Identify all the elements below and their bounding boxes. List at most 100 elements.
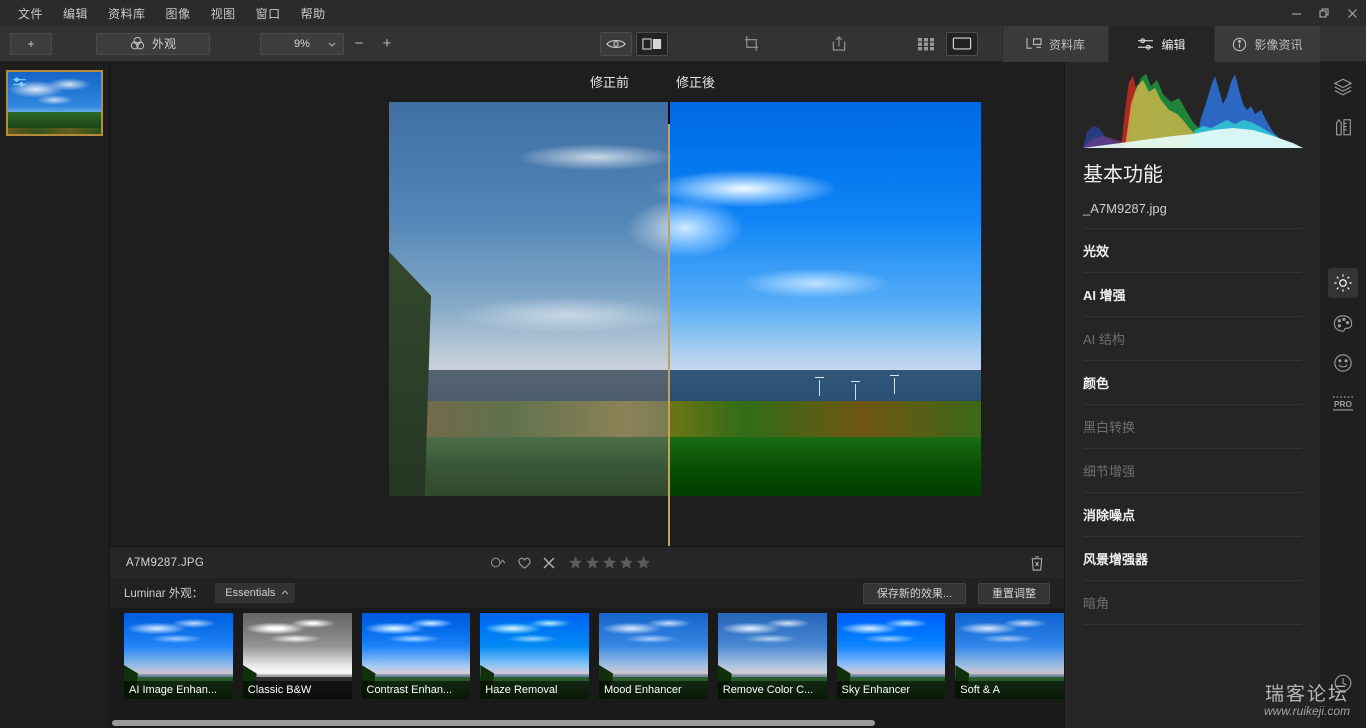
rail-portrait-button[interactable] <box>1328 348 1358 378</box>
preset-item[interactable]: Sky Enhancer <box>836 613 946 699</box>
menu-item-edit[interactable]: 编辑 <box>53 1 98 26</box>
panel-item-vignette[interactable]: 暗角 <box>1083 581 1302 625</box>
menu-bar: 文件 编辑 资料库 图像 视图 窗口 帮助 <box>0 0 1366 26</box>
rail-layers-button[interactable] <box>1328 72 1358 102</box>
rail-tools-button[interactable] <box>1328 112 1358 142</box>
view-mode-buttons <box>600 31 668 56</box>
tab-image-info[interactable]: 影像资讯 <box>1214 26 1320 62</box>
menu-item-window[interactable]: 窗口 <box>246 1 291 26</box>
preview-toggle-button[interactable] <box>600 31 632 56</box>
compare-divider-handle[interactable] <box>668 124 670 600</box>
zoom-out-button[interactable]: − <box>346 33 372 55</box>
single-view-button[interactable] <box>946 31 978 56</box>
creative-palette-icon <box>1333 314 1353 332</box>
sliders-icon <box>1138 38 1154 50</box>
panel-item-ai-structure[interactable]: AI 结构 <box>1083 317 1302 361</box>
delete-photo-button[interactable] <box>1030 555 1044 571</box>
panel-title: 基本功能 <box>1083 164 1163 186</box>
zoom-controls: 9% − + <box>260 32 400 55</box>
reset-adjustments-button[interactable]: 重置调整 <box>978 582 1050 604</box>
after-label: 修正後 <box>676 74 716 90</box>
panel-item-denoise[interactable]: 消除噪点 <box>1083 493 1302 537</box>
chevron-up-icon <box>282 590 289 595</box>
menu-item-image[interactable]: 图像 <box>156 1 201 26</box>
menu-item-help[interactable]: 帮助 <box>291 1 336 26</box>
heart-icon[interactable] <box>517 556 532 570</box>
filmstrip-thumbnail[interactable] <box>6 70 103 136</box>
filmstrip <box>0 62 110 728</box>
preset-item[interactable]: Mood Enhancer <box>599 613 708 699</box>
looks-collection-select[interactable]: Essentials <box>215 583 296 603</box>
preset-label: Remove Color C... <box>717 681 827 699</box>
before-after-labels: 修正前 修正後 <box>110 70 1064 92</box>
preset-item[interactable]: Contrast Enhan... <box>361 613 471 699</box>
panel-item-light[interactable]: 光效 <box>1083 229 1302 273</box>
close-button[interactable] <box>1338 0 1366 26</box>
workspace: 修正前 修正後 A7M9287.JPG Luminar 外观： Essentia… <box>0 62 1366 728</box>
portrait-face-icon <box>1334 354 1352 372</box>
rail-history-button[interactable] <box>1328 668 1358 698</box>
rail-pro-button[interactable]: PRO <box>1328 388 1358 418</box>
preset-item[interactable]: AI Image Enhan... <box>124 613 233 699</box>
star-icon[interactable] <box>602 555 617 570</box>
rating-controls <box>490 555 651 570</box>
star-rating[interactable] <box>568 555 651 570</box>
single-view-icon <box>952 37 972 50</box>
circle-arrow-icon[interactable] <box>490 556 507 569</box>
trash-icon <box>1031 555 1043 571</box>
crop-button[interactable] <box>735 32 767 56</box>
photo-compare <box>389 102 981 496</box>
edit-panel: 基本功能 _A7M9287.jpg 光效 AI 增强 AI 结构 颜色 黑白转换… <box>1064 62 1320 728</box>
panel-item-ai-enhance[interactable]: AI 增强 <box>1083 273 1302 317</box>
reject-x-icon[interactable] <box>542 556 556 570</box>
preset-item[interactable]: Classic B&W <box>242 613 352 699</box>
preset-label: Contrast Enhan... <box>361 681 471 699</box>
zoom-in-button[interactable]: + <box>374 33 400 55</box>
panel-item-bw-convert[interactable]: 黑白转换 <box>1083 405 1302 449</box>
svg-text:PRO: PRO <box>1334 399 1353 409</box>
zoom-level-select[interactable]: 9% <box>260 32 344 55</box>
rail-essentials-button[interactable] <box>1328 268 1358 298</box>
panel-item-color[interactable]: 颜色 <box>1083 361 1302 405</box>
preset-item[interactable]: Haze Removal <box>480 613 589 699</box>
looks-label: Luminar 外观： <box>124 588 204 600</box>
library-icon <box>1026 37 1042 49</box>
star-icon[interactable] <box>585 555 600 570</box>
grid-view-button[interactable] <box>910 32 942 56</box>
right-panel-tabs: 资料库 编辑 影像资讯 <box>1002 26 1320 62</box>
panel-item-detail[interactable]: 细节增强 <box>1083 449 1302 493</box>
star-icon[interactable] <box>619 555 634 570</box>
add-photos-button[interactable]: + <box>10 32 52 55</box>
menu-item-view[interactable]: 视图 <box>201 1 246 26</box>
preset-item[interactable]: Soft & A <box>955 613 1064 699</box>
save-new-look-button[interactable]: 保存新的效果... <box>862 582 966 604</box>
window-controls <box>1282 0 1366 26</box>
panel-item-landscape[interactable]: 风景增强器 <box>1083 537 1302 581</box>
menu-item-file[interactable]: 文件 <box>8 1 53 26</box>
image-viewer[interactable]: 修正前 修正後 <box>110 62 1064 600</box>
thumbnail-landscape <box>8 112 101 134</box>
compare-split-button[interactable] <box>636 31 668 56</box>
preset-label: AI Image Enhan... <box>124 681 233 699</box>
maximize-button[interactable] <box>1310 0 1338 26</box>
tools-icon <box>1336 118 1351 135</box>
star-icon[interactable] <box>568 555 583 570</box>
chevron-down-icon <box>328 42 336 47</box>
tab-library[interactable]: 资料库 <box>1002 26 1108 62</box>
menu-item-library[interactable]: 资料库 <box>98 1 156 26</box>
looks-button[interactable]: 外观 <box>96 32 210 55</box>
essentials-sun-icon <box>1334 274 1352 292</box>
tab-edit[interactable]: 编辑 <box>1108 26 1214 62</box>
minimize-button[interactable] <box>1282 0 1310 26</box>
export-button[interactable] <box>823 32 855 56</box>
star-icon[interactable] <box>636 555 651 570</box>
presets-scrollbar-thumb[interactable] <box>112 720 876 726</box>
presets-strip: AI Image Enhan... Classic B&W Contrast E… <box>110 608 1064 728</box>
before-label: 修正前 <box>590 74 630 90</box>
minimize-icon <box>1291 13 1301 14</box>
preset-item[interactable]: Remove Color C... <box>717 613 827 699</box>
canvas-area: 修正前 修正後 A7M9287.JPG Luminar 外观： Essentia… <box>110 62 1064 728</box>
adjustments-badge-icon <box>11 75 27 89</box>
rail-creative-button[interactable] <box>1328 308 1358 338</box>
presets-scrollbar[interactable] <box>110 718 1064 728</box>
